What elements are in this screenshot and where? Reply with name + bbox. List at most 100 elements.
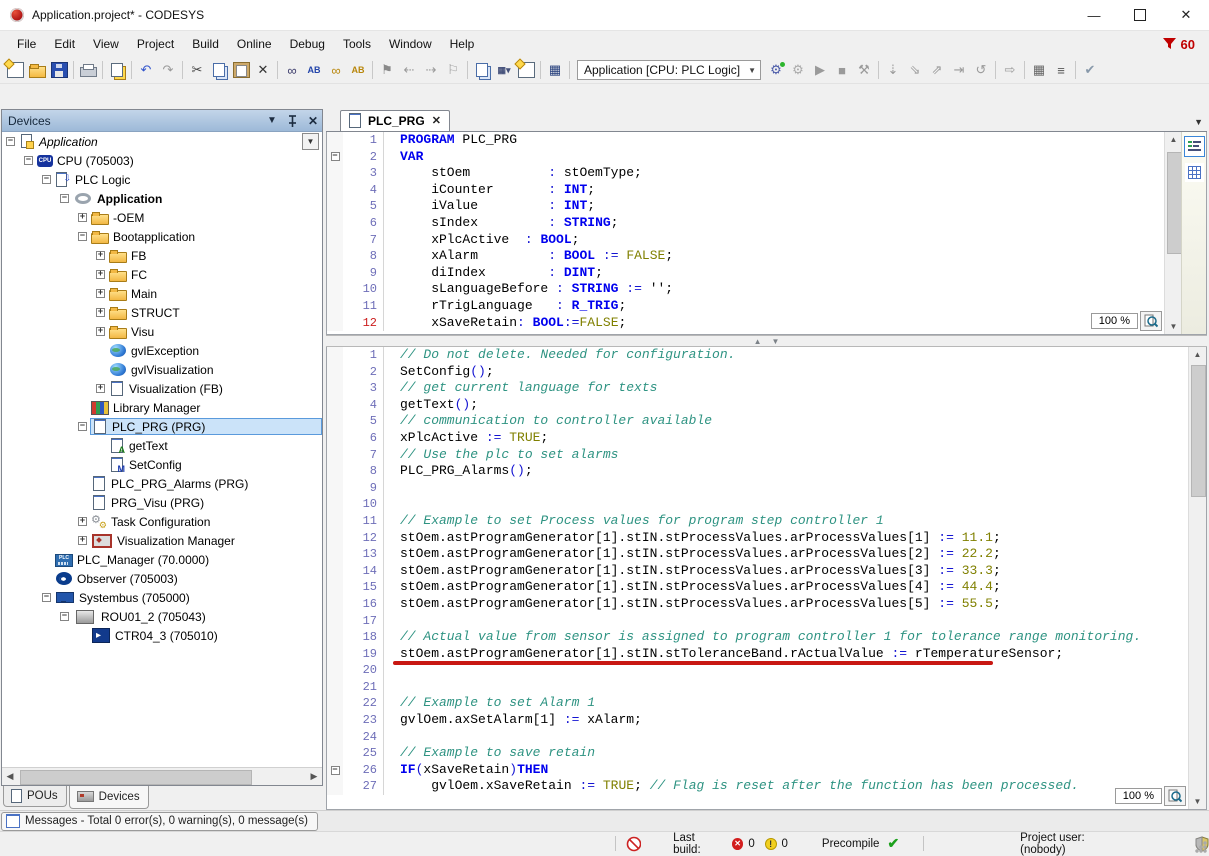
toolbar-toggle-bookmark-button[interactable]: ⚑ [376, 60, 398, 80]
minimize-button[interactable]: — [1071, 1, 1117, 30]
tree-item-visu[interactable]: +Visu [2, 322, 322, 341]
menu-view[interactable]: View [84, 33, 128, 55]
menu-edit[interactable]: Edit [45, 33, 84, 55]
implementation-code-line[interactable]: 13stOem.astProgramGenerator[1].stIN.stPr… [327, 546, 1206, 563]
implementation-code-line[interactable]: 8PLC_PRG_Alarms(); [327, 463, 1206, 480]
tree-item-prg-visu-prg[interactable]: PRG_Visu (PRG) [2, 493, 322, 512]
toolbar-step-into-button[interactable]: ⇘ [904, 60, 926, 80]
collapse-icon[interactable]: − [78, 422, 87, 431]
tree-item-plc-prg-alarms-prg[interactable]: PLC_PRG_Alarms (PRG) [2, 474, 322, 493]
scroll-down-icon[interactable]: ▼ [1194, 794, 1202, 809]
toolbar-breakpoints-button[interactable]: ⚒ [853, 60, 875, 80]
implementation-code-line[interactable]: 15stOem.astProgramGenerator[1].stIN.stPr… [327, 579, 1206, 596]
menu-window[interactable]: Window [380, 33, 441, 55]
toolbar-open-project-button[interactable] [26, 60, 48, 80]
declaration-code-line[interactable]: 6 sIndex : STRING; [327, 215, 1206, 232]
implementation-code-line[interactable]: 22// Example to set Alarm 1 [327, 695, 1206, 712]
implementation-code-line[interactable]: 12stOem.astProgramGenerator[1].stIN.stPr… [327, 530, 1206, 547]
toolbar-delete-button[interactable]: ✕ [252, 60, 274, 80]
toolbar-copy-code-button[interactable] [471, 60, 493, 80]
tree-item-setconfig[interactable]: SetConfig [2, 455, 322, 474]
toolbar-next-bookmark-button[interactable]: ⇢ [420, 60, 442, 80]
scroll-right-icon[interactable]: ▶ [306, 771, 322, 782]
implementation-code-line[interactable]: 4getText(); [327, 397, 1206, 414]
expand-icon[interactable]: + [96, 270, 105, 279]
menu-project[interactable]: Project [128, 33, 183, 55]
active-application-combo[interactable]: Application [CPU: PLC Logic]▼ [577, 60, 761, 80]
collapse-icon[interactable]: − [24, 156, 33, 165]
toolbar-clear-bookmarks-button[interactable]: ⚐ [442, 60, 464, 80]
tab-close-icon[interactable]: ✕ [432, 114, 441, 127]
tree-item-plc-manager-70-0000[interactable]: PLC_Manager (70.0000) [2, 550, 322, 569]
toolbar-new-pou-button[interactable] [515, 60, 537, 80]
implementation-code-line[interactable]: 25// Example to save retain [327, 745, 1206, 762]
splitter-up-icon[interactable]: ▲ [754, 337, 762, 346]
tree-root-dropdown-icon[interactable]: ▼ [302, 133, 319, 150]
implementation-code-line[interactable]: 7// Use the plc to set alarms [327, 447, 1206, 464]
toolbar-save-project-button[interactable] [48, 60, 70, 80]
implementation-code-line[interactable]: 10 [327, 496, 1206, 513]
expand-icon[interactable]: + [78, 536, 87, 545]
implementation-code-line[interactable]: 1// Do not delete. Needed for configurat… [327, 347, 1206, 364]
implementation-code-line[interactable]: 27 gvlOem.xSaveRetain := TRUE; // Flag i… [327, 778, 1206, 795]
maximize-button[interactable] [1117, 1, 1163, 30]
collapse-icon[interactable]: − [78, 232, 87, 241]
toolbar-step-over-button[interactable]: ⇣ [882, 60, 904, 80]
declaration-code-line[interactable]: 5 iValue : INT; [327, 198, 1206, 215]
tree-item-main[interactable]: +Main [2, 284, 322, 303]
implementation-code-line[interactable]: 23gvlOem.axSetAlarm[1] := xAlarm; [327, 712, 1206, 729]
toolbar-redo-button[interactable]: ↷ [157, 60, 179, 80]
toolbar-paste-button[interactable] [230, 60, 252, 80]
menu-help[interactable]: Help [441, 33, 484, 55]
fold-collapse-icon[interactable]: − [331, 152, 340, 161]
tree-item-gvlexception[interactable]: gvlException [2, 341, 322, 360]
toolbar-logout-button[interactable]: ⚙ [787, 60, 809, 80]
expand-icon[interactable]: + [96, 327, 105, 336]
pin-icon[interactable] [287, 115, 298, 127]
tree-item-bootapplication[interactable]: −Bootapplication [2, 227, 322, 246]
view-tab-pous[interactable]: POUs [3, 786, 67, 807]
implementation-code-line[interactable]: 16stOem.astProgramGenerator[1].stIN.stPr… [327, 596, 1206, 613]
expand-icon[interactable]: + [96, 289, 105, 298]
toolbar-copy-button[interactable] [208, 60, 230, 80]
toolbar-replace-in-project-button[interactable]: AB [347, 60, 369, 80]
declaration-code-line[interactable]: 8 xAlarm : BOOL := FALSE; [327, 248, 1206, 265]
panel-dropdown-icon[interactable]: ▼ [267, 115, 277, 126]
tree-item-oem[interactable]: +-OEM [2, 208, 322, 227]
tree-item-fc[interactable]: +FC [2, 265, 322, 284]
collapse-icon[interactable]: − [60, 194, 69, 203]
implementation-code-line[interactable]: 11// Example to set Process values for p… [327, 513, 1206, 530]
toolbar-start-button[interactable]: ▶ [809, 60, 831, 80]
tree-item-rou01-2-705043[interactable]: −ROU01_2 (705043) [2, 607, 322, 626]
implementation-code-line[interactable]: 14stOem.astProgramGenerator[1].stIN.stPr… [327, 563, 1206, 580]
fold-collapse-icon[interactable]: − [331, 766, 340, 775]
implementation-code-line[interactable]: −26IF(xSaveRetain)THEN [327, 762, 1206, 779]
tree-item-gettext[interactable]: getText [2, 436, 322, 455]
resize-grip[interactable] [1195, 841, 1207, 853]
project-user[interactable]: Project user: (nobody) [1020, 832, 1129, 856]
implementation-code-line[interactable]: 6xPlcActive := TRUE; [327, 430, 1206, 447]
implementation-code-line[interactable]: 3// get current language for texts [327, 380, 1206, 397]
editor-splitter[interactable]: ▲ ▼ [326, 335, 1207, 347]
toolbar-login-button[interactable]: ⚙ [765, 60, 787, 80]
toolbar-find-in-project-button[interactable]: ∞ [325, 60, 347, 80]
expand-icon[interactable]: + [96, 308, 105, 317]
declaration-code-line[interactable]: 4 iCounter : INT; [327, 182, 1206, 199]
toolbar-insert-table-dropdown-button[interactable]: ▦▾ [493, 60, 515, 80]
toolbar-stop-button[interactable]: ■ [831, 60, 853, 80]
tree-item-plc-logic[interactable]: −PLC Logic [2, 170, 322, 189]
declaration-code-line[interactable]: 1PROGRAM PLC_PRG [327, 132, 1206, 149]
tree-item-ctr04-3-705010[interactable]: CTR04_3 (705010) [2, 626, 322, 645]
tree-item-cpu-705003[interactable]: −CPU (705003) [2, 151, 322, 170]
implementation-editor[interactable]: ▲ ▼ 100 % 1// Do not delete. Needed for … [326, 347, 1207, 810]
toolbar-replace-button[interactable]: AB [303, 60, 325, 80]
declaration-code-line[interactable]: 10 sLanguageBefore : STRING := ''; [327, 281, 1206, 298]
menu-tools[interactable]: Tools [334, 33, 380, 55]
toolbar-copy-to-project-button[interactable] [106, 60, 128, 80]
implementation-code-line[interactable]: 24 [327, 729, 1206, 746]
implementation-code-line[interactable]: 5// communication to controller availabl… [327, 413, 1206, 430]
declaration-code-line[interactable]: 9 diIndex : DINT; [327, 265, 1206, 282]
implementation-code-line[interactable]: 19stOem.astProgramGenerator[1].stIN.stTo… [327, 646, 1206, 663]
toolbar-set-next-statement-button[interactable]: ⇨ [999, 60, 1021, 80]
toolbar-cut-button[interactable]: ✂ [186, 60, 208, 80]
